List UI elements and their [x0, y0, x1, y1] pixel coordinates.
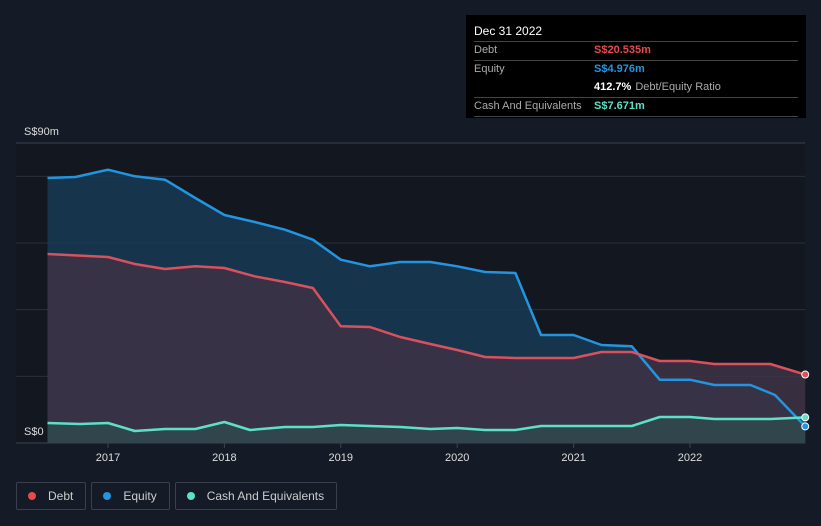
- cash-dot-icon: [186, 492, 195, 500]
- equity-dot-icon: [103, 492, 112, 500]
- endpoint-cash-and-equivalents: [801, 413, 810, 422]
- x-tick-label: 2020: [445, 452, 469, 464]
- tooltip-ratio-value: 412.7%: [594, 81, 632, 93]
- legend-label: Cash And Equivalents: [206, 489, 325, 503]
- tooltip-cash-label: Cash And Equivalents: [474, 100, 582, 112]
- legend-label: Debt: [48, 489, 74, 503]
- x-tick-label: 2022: [678, 452, 702, 464]
- x-tick-label: 2019: [329, 452, 353, 464]
- endpoint-equity: [801, 422, 810, 431]
- y-axis-bottom-label: S$0: [24, 426, 44, 438]
- x-tick-label: 2017: [96, 452, 120, 464]
- tooltip-cash-value: S$7.671m: [594, 100, 645, 112]
- tooltip: Dec 31 2022 Debt S$20.535m Equity S$4.976m…: [466, 15, 806, 118]
- debt-dot-icon: [28, 492, 36, 500]
- tooltip-ratio-label: Debt/Equity Ratio: [635, 81, 721, 93]
- legend-cash-button[interactable]: Cash And Equivalents: [174, 482, 338, 510]
- tooltip-date: Dec 31 2022: [474, 23, 798, 42]
- x-tick-label: 2021: [561, 452, 585, 464]
- tooltip-equity-label: Equity: [474, 63, 505, 75]
- tooltip-equity-value: S$4.976m: [594, 63, 645, 75]
- legend-label: Equity: [123, 489, 157, 503]
- legend-equity-button[interactable]: Equity: [91, 482, 170, 510]
- legend: Debt Equity Cash And Equivalents: [16, 482, 338, 510]
- tooltip-debt-value: S$20.535m: [594, 44, 651, 56]
- tooltip-debt-label: Debt: [474, 44, 498, 56]
- legend-debt-button[interactable]: Debt: [16, 482, 87, 510]
- endpoint-debt: [801, 370, 810, 379]
- x-tick-label: 2018: [212, 452, 236, 464]
- y-axis-top-label: S$90m: [24, 126, 59, 138]
